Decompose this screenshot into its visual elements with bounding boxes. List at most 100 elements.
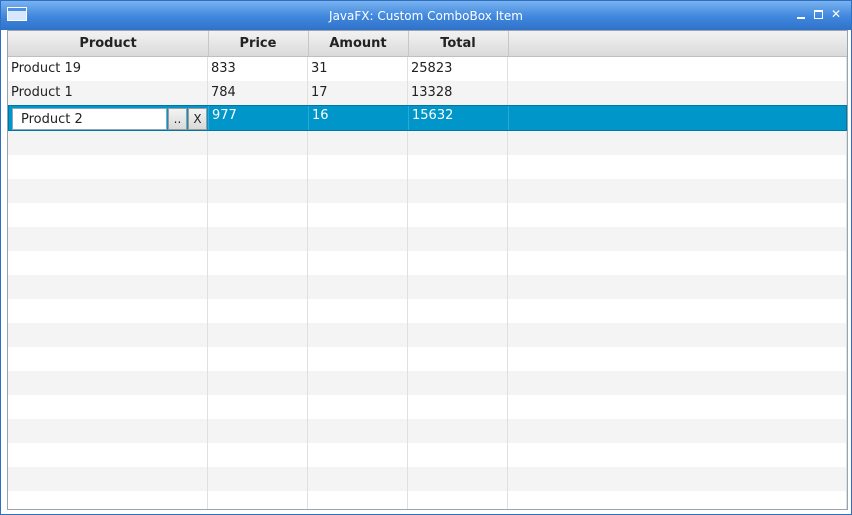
empty-cell — [408, 491, 508, 509]
empty-table-row — [8, 251, 847, 276]
empty-cell — [408, 347, 508, 371]
window-title: JavaFX: Custom ComboBox Item — [329, 9, 523, 23]
cell-amount[interactable]: 17 — [308, 81, 408, 105]
empty-cell — [308, 467, 408, 491]
empty-cell — [408, 275, 508, 299]
empty-cell — [208, 299, 308, 323]
empty-cell — [508, 347, 847, 371]
empty-cell — [508, 299, 847, 323]
empty-cell — [308, 203, 408, 227]
empty-cell — [208, 323, 308, 347]
empty-cell — [508, 155, 847, 179]
empty-cell — [408, 395, 508, 419]
empty-cell — [8, 131, 208, 155]
empty-cell — [308, 179, 408, 203]
empty-cell — [8, 251, 208, 275]
cell-product[interactable]: Product 1 — [8, 81, 208, 105]
empty-cell — [508, 443, 847, 467]
column-header-product[interactable]: Product — [8, 31, 209, 56]
empty-cell — [308, 227, 408, 251]
cell-total[interactable]: 13328 — [408, 81, 508, 105]
empty-cell — [408, 323, 508, 347]
empty-cell — [308, 155, 408, 179]
browse-button[interactable]: .. — [168, 108, 187, 130]
empty-cell — [508, 251, 847, 275]
empty-table-row — [8, 299, 847, 324]
empty-cell — [8, 275, 208, 299]
empty-cell — [508, 491, 847, 509]
empty-cell — [508, 203, 847, 227]
empty-table-row — [8, 491, 847, 509]
empty-cell — [208, 419, 308, 443]
empty-cell — [8, 467, 208, 491]
empty-cell — [508, 131, 847, 155]
cell-product-editing[interactable]: .. X — [9, 106, 209, 130]
cell-price[interactable]: 784 — [208, 81, 308, 105]
empty-cell — [308, 251, 408, 275]
empty-cell — [508, 227, 847, 251]
empty-cell — [508, 467, 847, 491]
product-combo-editor[interactable]: .. X — [12, 108, 207, 130]
empty-cell — [408, 227, 508, 251]
cell-price[interactable]: 977 — [209, 106, 309, 130]
empty-cell — [408, 131, 508, 155]
empty-cell — [408, 251, 508, 275]
column-header-amount[interactable]: Amount — [308, 31, 409, 56]
empty-table-row — [8, 179, 847, 204]
cell-product[interactable]: Product 19 — [8, 57, 208, 81]
column-header-price[interactable]: Price — [208, 31, 309, 56]
table-row-selected[interactable]: .. X 977 16 15632 — [8, 105, 847, 131]
empty-table-row — [8, 323, 847, 348]
empty-cell — [8, 419, 208, 443]
empty-table-row — [8, 155, 847, 180]
empty-cell — [308, 419, 408, 443]
empty-cell — [8, 203, 208, 227]
empty-table-row — [8, 227, 847, 252]
empty-cell — [208, 491, 308, 509]
product-editor-input[interactable] — [12, 108, 167, 130]
empty-cell — [208, 275, 308, 299]
empty-cell — [8, 443, 208, 467]
cell-total[interactable]: 25823 — [408, 57, 508, 81]
empty-cell — [508, 419, 847, 443]
empty-cell — [408, 443, 508, 467]
empty-cell — [308, 275, 408, 299]
empty-cell — [308, 323, 408, 347]
title-bar[interactable]: JavaFX: Custom ComboBox Item ✕ — [1, 1, 851, 30]
cell-total[interactable]: 15632 — [409, 106, 509, 130]
empty-cell — [408, 203, 508, 227]
empty-cell — [8, 491, 208, 509]
empty-cell — [308, 299, 408, 323]
cell-amount[interactable]: 16 — [309, 106, 409, 130]
maximize-icon[interactable] — [811, 7, 825, 21]
empty-table-row — [8, 371, 847, 396]
empty-cell — [208, 227, 308, 251]
empty-cell — [308, 395, 408, 419]
empty-table-row — [8, 395, 847, 420]
empty-cell — [8, 179, 208, 203]
empty-table-row — [8, 131, 847, 156]
table-row[interactable]: Product 1 784 17 13328 — [8, 81, 847, 106]
empty-cell — [408, 371, 508, 395]
empty-cell — [8, 227, 208, 251]
table-row[interactable]: Product 19 833 31 25823 — [8, 57, 847, 82]
minimize-icon[interactable] — [794, 7, 808, 21]
empty-cell — [8, 323, 208, 347]
empty-cell — [308, 443, 408, 467]
clear-button[interactable]: X — [188, 108, 207, 130]
cell-price[interactable]: 833 — [208, 57, 308, 81]
empty-cell — [208, 251, 308, 275]
close-icon[interactable]: ✕ — [829, 7, 843, 21]
empty-cell — [408, 467, 508, 491]
column-header-total[interactable]: Total — [408, 31, 509, 56]
empty-table-row — [8, 467, 847, 492]
empty-cell — [208, 395, 308, 419]
table-view[interactable]: Product Price Amount Total Product 19 83… — [7, 30, 848, 510]
empty-table-row — [8, 347, 847, 372]
cell-filler — [508, 81, 847, 105]
empty-cell — [508, 179, 847, 203]
empty-cell — [8, 395, 208, 419]
empty-cell — [308, 371, 408, 395]
cell-amount[interactable]: 31 — [308, 57, 408, 81]
empty-cell — [308, 491, 408, 509]
